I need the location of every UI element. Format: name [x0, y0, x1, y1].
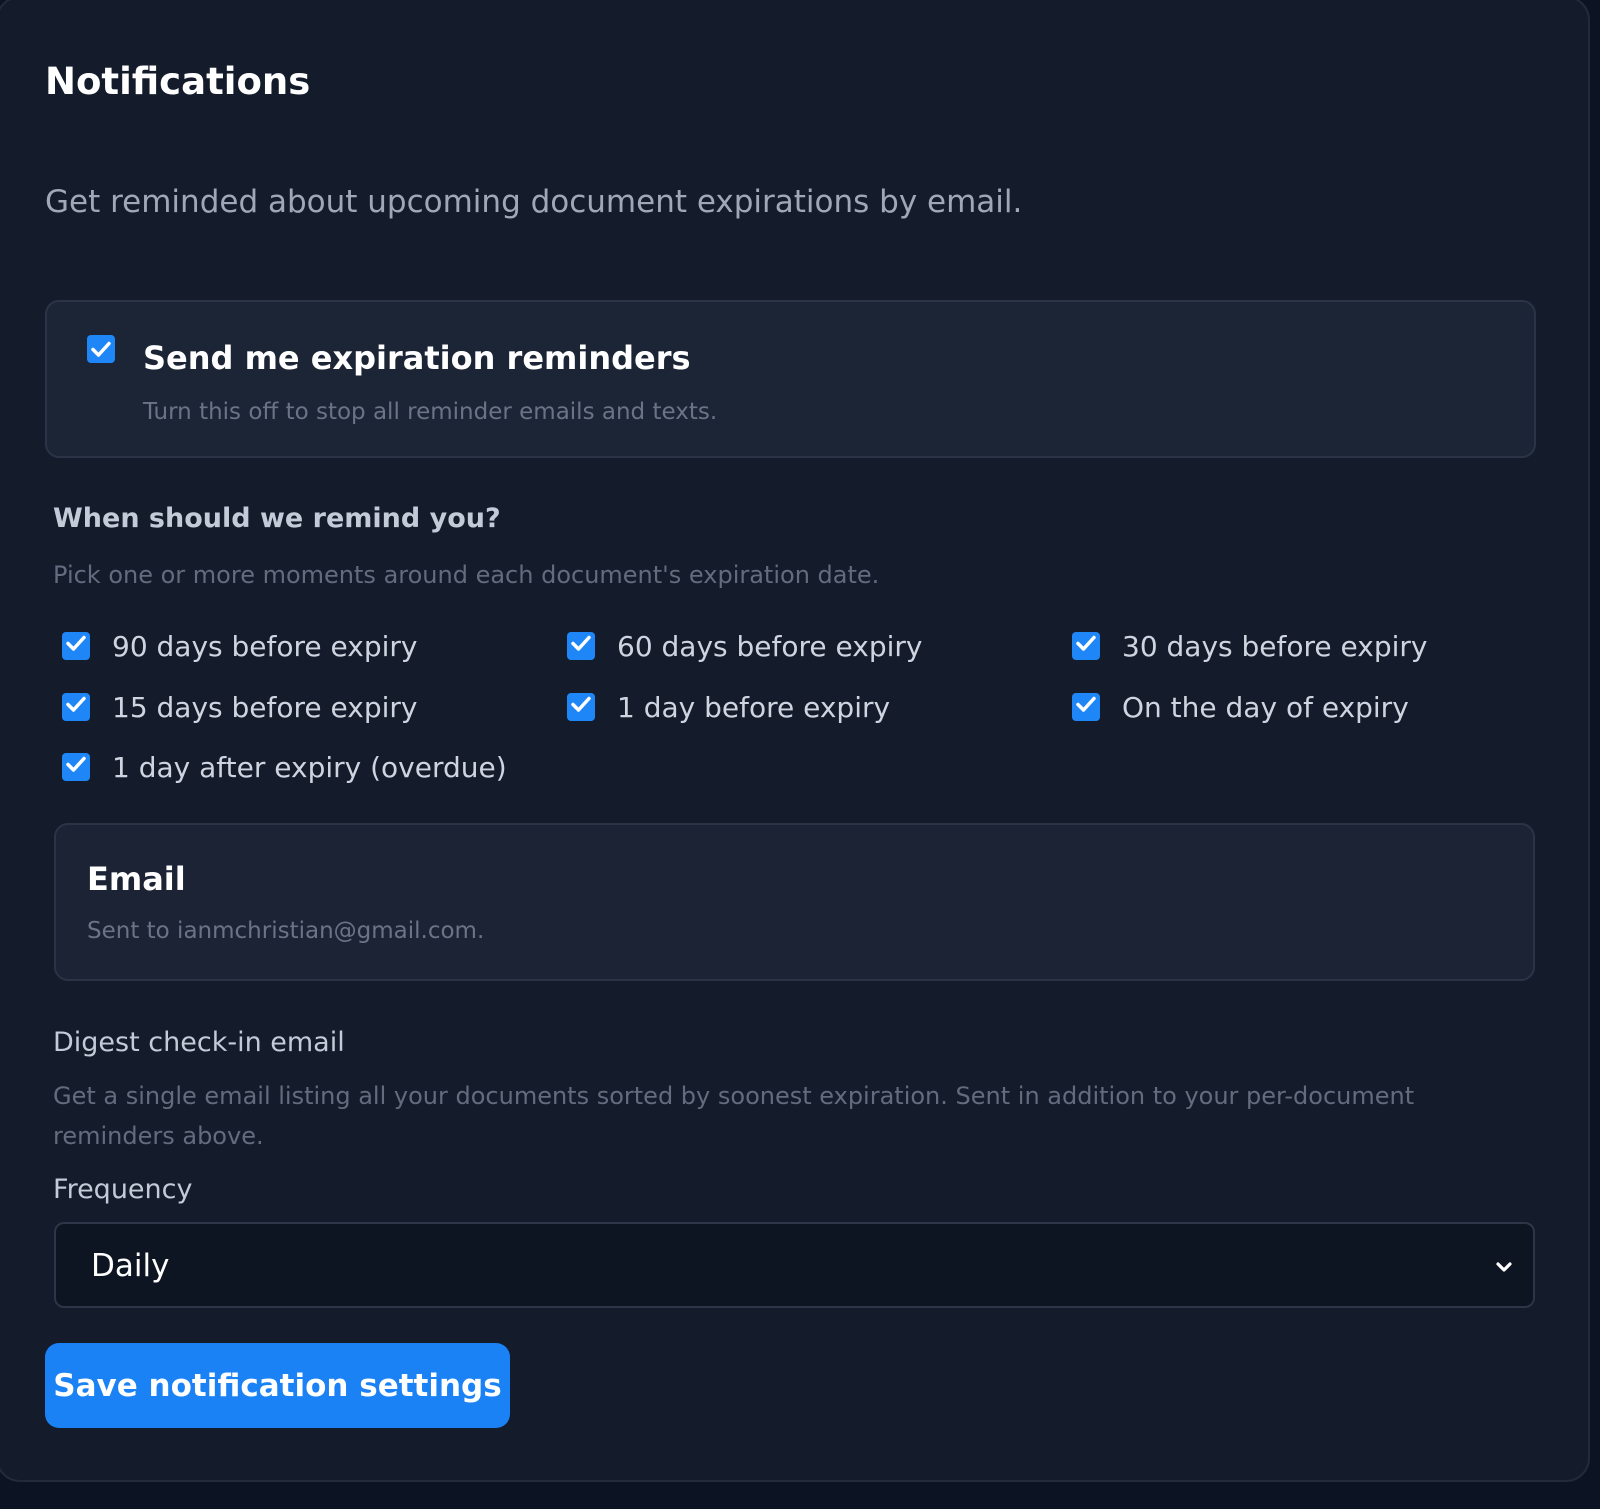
checkmark-icon — [91, 341, 111, 357]
option-60-days[interactable]: 60 days before expiry — [567, 629, 922, 663]
option-checkbox[interactable] — [567, 693, 595, 721]
option-label[interactable]: 1 day before expiry — [617, 691, 890, 724]
reminders-label[interactable]: Send me expiration reminders — [143, 339, 691, 377]
checkmark-icon — [571, 696, 591, 712]
option-30-days[interactable]: 30 days before expiry — [1072, 629, 1427, 663]
option-label[interactable]: 90 days before expiry — [112, 630, 417, 663]
notifications-card: Notifications Get reminded about upcomin… — [0, 0, 1590, 1482]
option-label[interactable]: 1 day after expiry (overdue) — [112, 751, 507, 784]
frequency-select[interactable]: Daily — [54, 1222, 1535, 1308]
option-label[interactable]: 15 days before expiry — [112, 691, 417, 724]
reminders-toggle-panel: Send me expiration reminders Turn this o… — [45, 300, 1536, 458]
email-hint: Sent to ianmchristian@gmail.com. — [87, 918, 485, 944]
digest-title: Digest check-in email — [53, 1027, 345, 1058]
digest-hint: Get a single email listing all your docu… — [53, 1076, 1414, 1156]
checkmark-icon — [66, 756, 86, 772]
save-notification-settings-button[interactable]: Save notification settings — [45, 1343, 510, 1428]
reminders-hint: Turn this off to stop all reminder email… — [143, 399, 718, 425]
option-checkbox[interactable] — [62, 693, 90, 721]
option-1-day-before[interactable]: 1 day before expiry — [567, 690, 890, 724]
option-90-days[interactable]: 90 days before expiry — [62, 629, 417, 663]
option-label[interactable]: 60 days before expiry — [617, 630, 922, 663]
option-1-day-after[interactable]: 1 day after expiry (overdue) — [62, 750, 507, 784]
checkmark-icon — [66, 696, 86, 712]
digest-hint-line-1: Get a single email listing all your docu… — [53, 1082, 1415, 1110]
option-checkbox[interactable] — [62, 753, 90, 781]
option-checkbox[interactable] — [567, 632, 595, 660]
page-title: Notifications — [45, 60, 311, 103]
frequency-label: Frequency — [53, 1174, 193, 1205]
option-label[interactable]: On the day of expiry — [1122, 691, 1409, 724]
intro-text: Get reminded about upcoming document exp… — [45, 184, 1023, 220]
checkmark-icon — [1076, 635, 1096, 651]
frequency-selected-value: Daily — [91, 1248, 170, 1284]
option-checkbox[interactable] — [1072, 632, 1100, 660]
timing-hint: Pick one or more moments around each doc… — [53, 561, 880, 589]
option-checkbox[interactable] — [1072, 693, 1100, 721]
option-label[interactable]: 30 days before expiry — [1122, 630, 1427, 663]
option-15-days[interactable]: 15 days before expiry — [62, 690, 417, 724]
option-checkbox[interactable] — [62, 632, 90, 660]
option-day-of-expiry[interactable]: On the day of expiry — [1072, 690, 1409, 724]
email-channel-panel: Email Sent to ianmchristian@gmail.com. — [54, 823, 1535, 981]
chevron-down-icon — [1496, 1262, 1512, 1272]
email-title: Email — [87, 860, 186, 898]
timing-title: When should we remind you? — [53, 503, 501, 534]
digest-hint-line-2: reminders above. — [53, 1122, 264, 1150]
reminders-checkbox[interactable] — [87, 335, 115, 363]
checkmark-icon — [66, 635, 86, 651]
checkmark-icon — [571, 635, 591, 651]
checkmark-icon — [1076, 696, 1096, 712]
